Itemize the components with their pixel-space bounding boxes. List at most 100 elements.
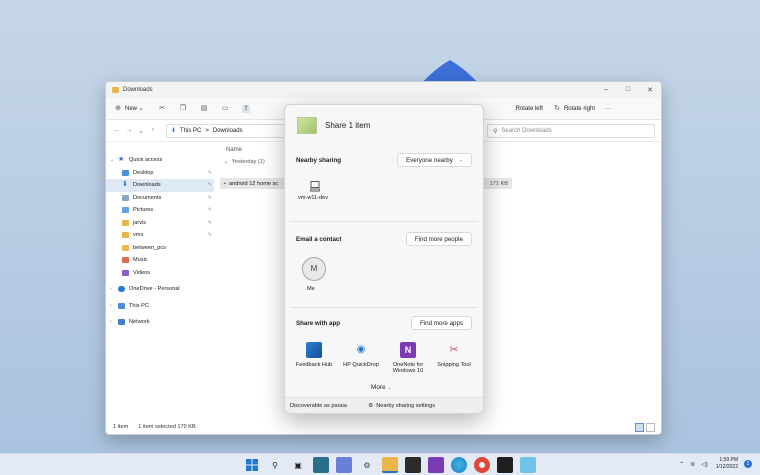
nav-item-desktop[interactable]: Desktop ✎ xyxy=(106,167,214,180)
nearby-sharing-settings-link[interactable]: ⚙ Nearby sharing settings xyxy=(368,403,435,409)
pin-icon: ✎ xyxy=(207,207,212,214)
copy-button[interactable]: ❐ xyxy=(179,105,190,113)
rotate-right-button[interactable]: ↻ Rotate right xyxy=(553,105,595,113)
nav-onedrive[interactable]: › OneDrive - Personal xyxy=(106,283,214,296)
nav-item-jarvis[interactable]: jarvis ✎ xyxy=(106,217,214,230)
nav-item-music[interactable]: Music xyxy=(106,254,214,267)
search-placeholder: Search Downloads xyxy=(501,128,552,134)
chat-icon[interactable] xyxy=(336,457,352,473)
rotate-left-label: Rotate left xyxy=(515,105,543,112)
nearby-sharing-dropdown[interactable]: Everyone nearby ⌄ xyxy=(397,153,472,167)
pictures-icon xyxy=(122,207,129,214)
find-more-people-button[interactable]: Find more people xyxy=(405,232,472,246)
paste-button[interactable]: ▤ xyxy=(200,105,211,113)
nav-this-pc[interactable]: › This PC xyxy=(106,300,214,313)
nav-quick-access[interactable]: ⌄ ★ Quick access xyxy=(106,154,214,167)
notification-badge[interactable]: 1 xyxy=(744,460,752,468)
nav-label: Desktop xyxy=(133,169,154,176)
device-name[interactable]: vm-w11-dev xyxy=(298,195,328,201)
nav-item-documents[interactable]: Documents ✎ xyxy=(106,192,214,205)
back-arrow-icon[interactable]: ← xyxy=(112,127,122,134)
see-more-button[interactable]: ··· xyxy=(605,106,611,112)
chevron-right-icon: › xyxy=(110,286,112,293)
tiles-view-button[interactable] xyxy=(646,423,655,432)
up-arrow-icon[interactable]: ↑ xyxy=(148,127,158,134)
app-onenote[interactable]: N OneNote for Windows 10 xyxy=(386,342,430,374)
rotate-left-button[interactable]: Rotate left xyxy=(516,106,543,112)
nav-item-between-pcs[interactable]: between_pcs xyxy=(106,242,214,255)
onenote-icon[interactable] xyxy=(428,457,444,473)
folder-icon xyxy=(122,244,129,251)
app-feedback-hub[interactable]: Feedback Hub xyxy=(292,342,336,368)
volume-icon[interactable]: ◁) xyxy=(701,461,708,468)
app-snipping-tool[interactable]: ✂ Snipping Tool xyxy=(432,342,476,368)
terminal-icon[interactable] xyxy=(405,457,421,473)
clock[interactable]: 1:59 PM 1/12/2022 xyxy=(716,457,738,471)
nav-label: Pictures xyxy=(133,207,154,214)
new-button[interactable]: ⊕ New ⌄ xyxy=(114,105,148,113)
nav-label: vms xyxy=(133,232,144,239)
wifi-icon[interactable]: ≋ xyxy=(690,461,695,468)
system-tray: ⌃ ≋ ◁) 1:59 PM 1/12/2022 1 xyxy=(673,457,752,471)
chevron-down-icon: ⌄ xyxy=(387,385,392,391)
file-explorer-icon[interactable] xyxy=(382,457,398,473)
search-icon[interactable]: ⚲ xyxy=(267,457,283,473)
rename-button[interactable]: ▭ xyxy=(221,105,232,113)
edge-icon[interactable] xyxy=(451,457,467,473)
task-view-icon[interactable]: ▣ xyxy=(290,457,306,473)
pin-icon: ✎ xyxy=(207,219,212,226)
rotate-right-icon: ↻ xyxy=(554,104,560,112)
nav-label: Quick access xyxy=(129,157,163,164)
share-icon: ⇪ xyxy=(242,104,251,113)
nearby-device[interactable] xyxy=(309,181,321,194)
breadcrumb-this-pc[interactable]: This PC xyxy=(180,128,201,134)
taskbar: ⚲ ▣ ⚙ ⌃ ≋ ◁) 1:59 PM 1/12/2022 1 xyxy=(0,453,760,475)
more-button[interactable]: More ⌄ xyxy=(371,384,392,391)
search-icon: ⚲ xyxy=(493,128,498,135)
start-icon[interactable] xyxy=(244,457,260,473)
breadcrumb-downloads[interactable]: Downloads xyxy=(213,128,243,134)
breadcrumb-separator: > xyxy=(205,127,209,134)
minimize-button[interactable]: – xyxy=(595,86,617,94)
date: 1/12/2022 xyxy=(715,464,738,470)
nav-item-downloads[interactable]: ⬇ Downloads ✎ xyxy=(106,179,214,192)
divider xyxy=(290,307,478,308)
photos-icon[interactable] xyxy=(520,457,536,473)
nav-item-videos[interactable]: Videos xyxy=(106,267,214,280)
contact-name: Me xyxy=(307,286,315,292)
more-label: More xyxy=(371,384,386,391)
cut-button[interactable]: ✂ xyxy=(158,105,169,113)
details-view-button[interactable] xyxy=(635,423,644,432)
maximize-button[interactable]: □ xyxy=(617,86,639,94)
window-controls: – □ ✕ xyxy=(595,86,661,94)
nav-label: between_pcs xyxy=(133,244,166,251)
search-input[interactable]: ⚲ Search Downloads xyxy=(487,124,655,138)
app-hp-quickdrop[interactable]: ◉ HP QuickDrop xyxy=(339,342,383,368)
snipping-tool-icon[interactable] xyxy=(497,457,513,473)
store-icon[interactable]: ⚙ xyxy=(359,457,375,473)
recent-chevron-icon[interactable]: ⌄ xyxy=(136,127,146,135)
share-footer: Discoverable as paraia ⚙ Nearby sharing … xyxy=(285,397,483,413)
chrome-icon[interactable] xyxy=(474,457,490,473)
share-button[interactable]: ⇪ xyxy=(242,104,253,113)
widgets-icon[interactable] xyxy=(313,457,329,473)
share-with-app-title: Share with app xyxy=(296,320,341,327)
button-label: Find more apps xyxy=(420,319,463,327)
folder-icon xyxy=(122,219,129,226)
nav-item-pictures[interactable]: Pictures ✎ xyxy=(106,204,214,217)
chevron-up-icon[interactable]: ⌃ xyxy=(679,461,684,468)
nav-label: Music xyxy=(133,257,148,264)
nav-item-vms[interactable]: vms ✎ xyxy=(106,229,214,242)
app-label: Feedback Hub xyxy=(295,362,333,368)
rename-icon: ▭ xyxy=(221,104,229,112)
pin-icon: ✎ xyxy=(207,194,212,201)
nearby-sharing-title: Nearby sharing xyxy=(296,157,342,164)
forward-arrow-icon[interactable]: → xyxy=(124,127,134,134)
button-label: Find more people xyxy=(414,235,463,243)
find-more-apps-button[interactable]: Find more apps xyxy=(411,316,472,330)
contact-avatar[interactable]: M xyxy=(302,257,326,281)
divider xyxy=(290,221,478,222)
nav-network[interactable]: › Network xyxy=(106,316,214,329)
app-label: OneNote for Windows 10 xyxy=(392,362,424,374)
close-button[interactable]: ✕ xyxy=(639,86,661,94)
